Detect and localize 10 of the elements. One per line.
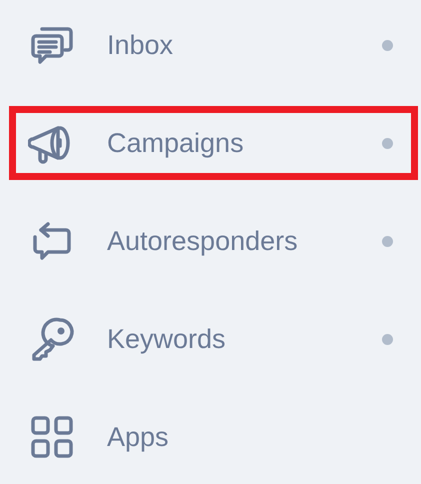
- highlighted-nav-item[interactable]: Campaigns: [9, 106, 418, 180]
- nav-item[interactable]: Inbox: [9, 8, 418, 82]
- nav-label: Inbox: [107, 30, 174, 60]
- nav-label: Campaigns: [107, 128, 245, 158]
- nav-label: Autoresponders: [107, 226, 299, 256]
- nav-label: Keywords: [107, 324, 227, 354]
- nav-item[interactable]: Apps: [9, 400, 418, 474]
- nav-item[interactable]: Autoresponders: [9, 204, 418, 278]
- nav-item[interactable]: Keywords: [9, 302, 418, 376]
- nav-label: Apps: [107, 422, 170, 452]
